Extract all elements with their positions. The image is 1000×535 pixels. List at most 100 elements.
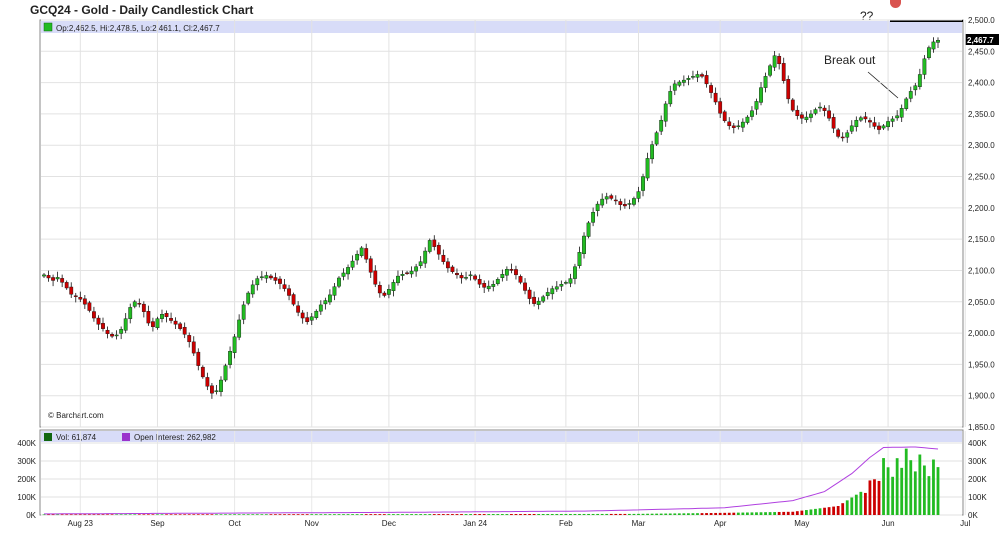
volume-bar [777,511,781,515]
volume-bar [187,514,191,515]
price-tick-label: 2,250.0 [968,173,995,182]
volume-bar [932,459,935,515]
volume-bar [174,514,178,515]
volume-bar [687,513,690,515]
x-tick-label: Jul [960,519,970,528]
volume-bar [410,514,413,515]
volume-bar [655,513,659,515]
volume-bar [446,514,450,515]
volume-bar [541,514,545,515]
volume-bar [464,514,468,515]
volume-bar [632,513,636,515]
price-tick-label: 2,400.0 [968,79,995,88]
candlestick [291,292,296,307]
volume-bar [460,514,463,515]
volume-bar [301,514,305,515]
volume-bar [115,514,119,515]
volume-bar [274,514,277,515]
price-tick-label: 2,500.0 [968,16,995,25]
volume-bar [287,514,291,515]
volume-bar [873,479,876,515]
volume-bar [618,513,622,515]
volume-bar [922,465,926,515]
volume-bar [378,514,382,515]
volume-bar [609,513,613,515]
volume-bar [904,448,908,515]
volume-bar [836,506,840,515]
candlestick [427,238,432,254]
volume-bar [591,513,595,515]
volume-bar [292,514,295,515]
volume-bar [682,513,686,515]
volume-tick-label-left: 200K [17,475,36,484]
volume-bar [496,514,500,515]
price-tick-label: 2,450.0 [968,47,995,56]
volume-bar [628,513,631,515]
candlestick [337,276,341,289]
volume-bar [510,514,513,515]
candlestick [155,316,160,330]
volume-bar [441,514,445,515]
volume-bar [764,512,767,515]
volume-bar [786,511,790,515]
volume-bar [895,458,899,515]
volume-bar [650,513,654,515]
volume-bar [101,514,105,516]
volume-bar [237,514,241,515]
volume-bar [56,514,60,516]
volume-bar [396,514,400,515]
volume-bar [210,514,214,515]
price-tick-label: 1,900.0 [968,392,995,401]
volume-bar [451,514,454,515]
volume-bar [87,514,91,516]
volume-bar [169,514,173,515]
volume-bar [705,513,708,515]
volume-bar [759,512,763,515]
volume-bar [882,458,885,515]
volume-bar [401,514,404,515]
volume-bar [546,513,550,515]
volume-bar [414,514,418,515]
price-tick-label: 1,850.0 [968,423,995,432]
volume-bar [74,514,78,516]
price-tick-label: 2,050.0 [968,298,995,307]
x-tick-label: May [794,519,809,528]
volume-bar [564,513,568,515]
volume-bar [891,476,895,515]
volume-bar [106,514,109,516]
volume-bar [532,514,536,515]
volume-bar [160,514,164,515]
volume-bar [183,514,187,515]
candlestick [586,220,591,239]
copyright-label: © Barchart.com [48,411,104,420]
volume-bar [859,491,863,515]
candlestick [722,109,727,123]
volume-bar [124,514,128,515]
volume-bar [850,497,854,515]
volume-legend-label: Vol: 61,874 [56,433,97,442]
volume-bar [832,506,836,515]
x-tick-label: Jan 24 [463,519,488,528]
price-tick-label: 2,100.0 [968,266,995,275]
candlestick [790,98,795,113]
volume-bar [269,514,273,515]
volume-bar [469,514,472,515]
volume-tick-label-left: 300K [17,457,36,466]
volume-bar [600,513,604,515]
volume-bar [746,512,749,515]
volume-bar [473,514,477,515]
volume-bar [519,514,522,515]
volume-bar [47,514,50,516]
price-tick-label: 1,950.0 [968,360,995,369]
volume-bar [60,514,64,516]
volume-bar [528,514,531,515]
volume-bar [65,514,69,516]
volume-bar [578,513,581,515]
volume-bar [178,514,182,515]
volume-bar [296,514,300,515]
volume-bar [718,512,722,515]
candlestick [768,63,772,78]
volume-bar [736,512,740,515]
volume-bar [455,514,459,515]
volume-bar [42,514,46,516]
